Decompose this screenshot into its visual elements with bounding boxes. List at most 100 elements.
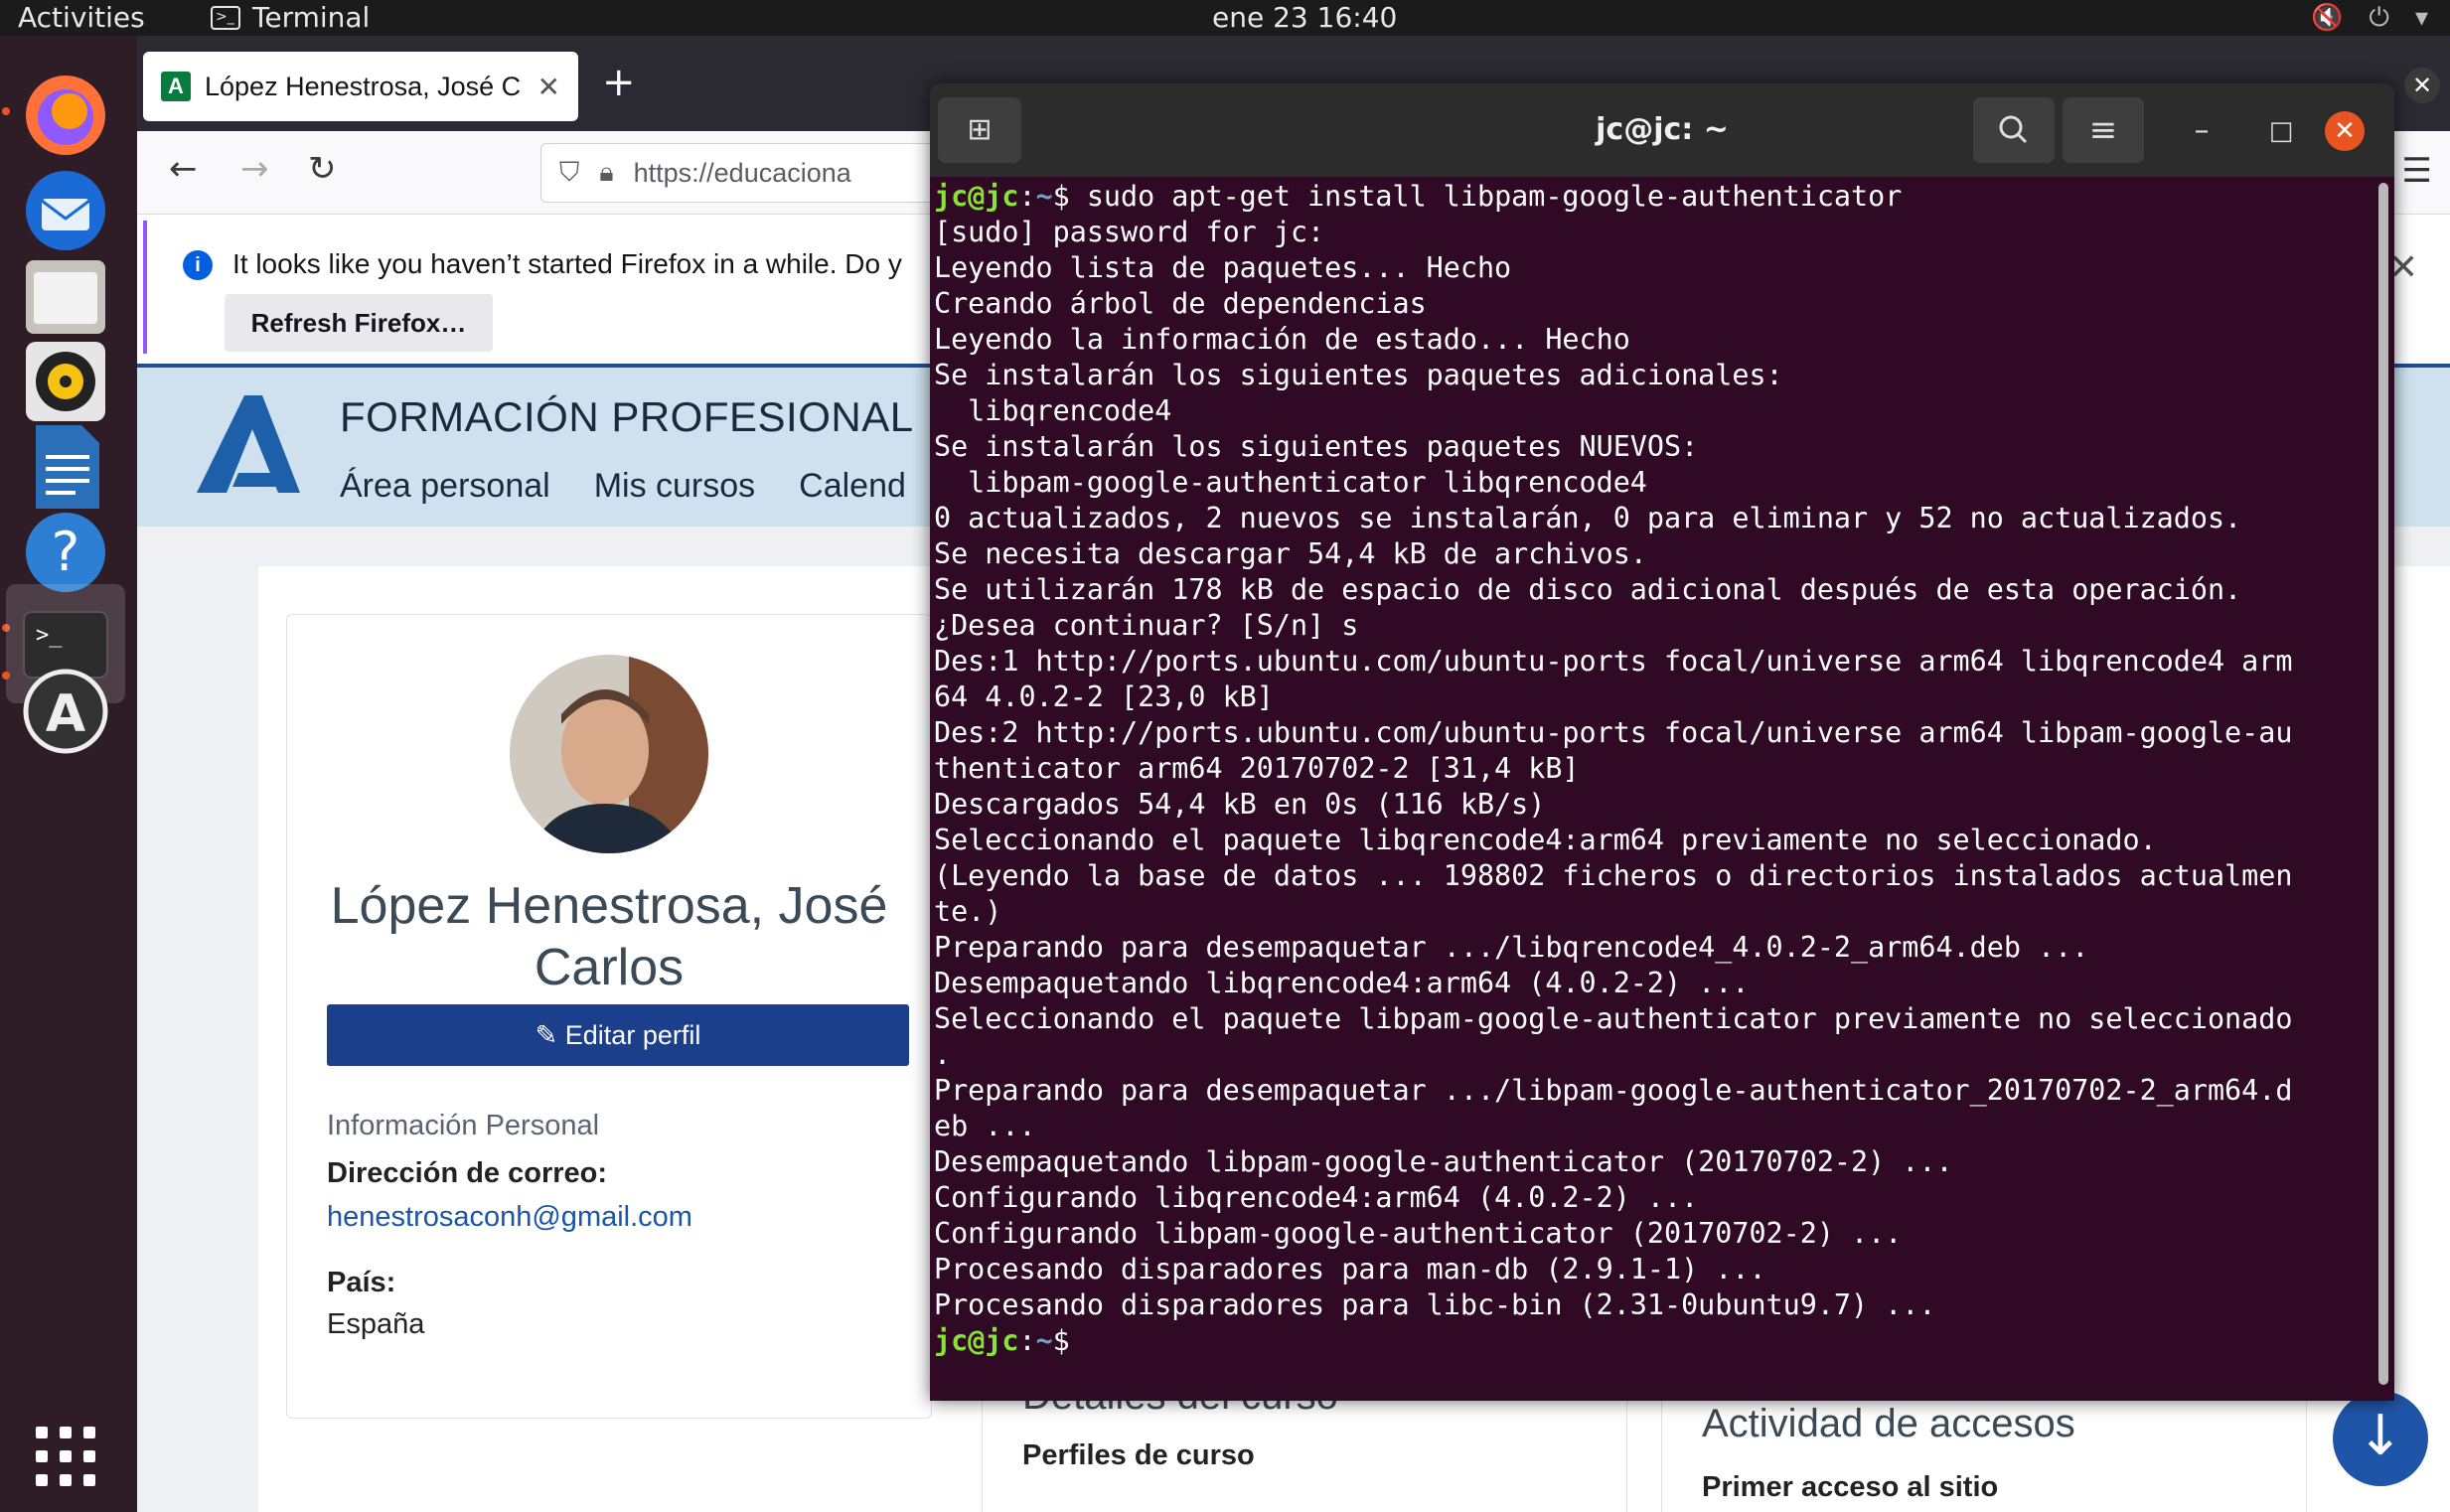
menu-button[interactable]: ≡ — [2063, 97, 2144, 163]
avatar — [510, 655, 708, 853]
new-tab-button[interactable]: ⊞ — [938, 97, 1021, 163]
browser-tab[interactable]: A López Henestrosa, José C ✕ — [143, 52, 578, 121]
prompt-path: ~ — [1035, 180, 1053, 213]
system-tray[interactable]: 🔇 ⏻ ▾ — [2311, 0, 2428, 36]
terminal-app-icon: >_ — [211, 6, 240, 30]
scroll-down-button[interactable]: ↓ — [2333, 1391, 2428, 1486]
minimize-icon: – — [2194, 113, 2210, 148]
close-tab-icon[interactable]: ✕ — [537, 71, 560, 103]
running-indicator — [2, 672, 10, 680]
output-line: Des:2 http://ports.ubuntu.com/ubuntu-por… — [934, 716, 2293, 749]
terminal-titlebar[interactable]: ⊞ jc@jc: ~ ≡ – □ ✕ — [930, 83, 2394, 177]
output-line: libqrencode4 — [934, 394, 1172, 427]
output-line: Creando árbol de dependencias — [934, 287, 1427, 320]
output-line: Descargados 54,4 kB en 0s (116 kB/s) — [934, 788, 1546, 821]
output-line: thenticator arm64 20170702-2 [31,4 kB] — [934, 752, 1580, 785]
running-indicator — [2, 107, 10, 115]
output-line: Procesando disparadores para libc-bin (2… — [934, 1288, 1936, 1321]
dock-app-grid[interactable] — [16, 1407, 115, 1506]
current-prompt[interactable]: jc@jc:~$ — [934, 1323, 2373, 1359]
lock-icon[interactable]: 🔒︎ — [599, 157, 613, 189]
output-line: Des:1 http://ports.ubuntu.com/ubuntu-por… — [934, 645, 2293, 678]
files-icon — [26, 260, 105, 334]
output-line: Leyendo la información de estado... Hech… — [934, 323, 1630, 356]
svg-text:?: ? — [52, 521, 80, 583]
command-line: jc@jc:~$ sudo apt-get install libpam-goo… — [934, 180, 1903, 213]
output-line: ¿Desea continuar? [S/n] s — [934, 609, 1359, 642]
nav-item-area-personal[interactable]: Área personal — [340, 467, 550, 506]
refresh-firefox-button[interactable]: Refresh Firefox… — [225, 294, 493, 352]
nav-item-calendario[interactable]: Calend — [799, 467, 906, 506]
country-value: España — [327, 1308, 425, 1340]
dock-software[interactable]: A — [16, 662, 115, 761]
output-line: Leyendo lista de paquetes... Hecho — [934, 251, 1512, 284]
dock: ? >_ A — [0, 36, 137, 1512]
activities-button[interactable]: Activities — [18, 0, 145, 36]
output-line: Se instalarán los siguientes paquetes ad… — [934, 359, 1783, 391]
tab-title: López Henestrosa, José C — [205, 71, 522, 101]
reload-icon[interactable]: ↻ — [308, 149, 337, 189]
output-line: Preparando para desempaquetar .../libqre… — [934, 931, 2089, 964]
power-icon: ⏻ — [2369, 3, 2389, 33]
clock[interactable]: ene 23 16:40 — [1212, 0, 1397, 36]
output-line: Desempaquetando libqrencode4:arm64 (4.0.… — [934, 967, 1750, 999]
section-heading: Información Personal — [327, 1110, 600, 1141]
close-window-button[interactable]: ✕ — [2325, 111, 2365, 151]
volume-muted-icon: 🔇 — [2310, 3, 2344, 33]
email-link[interactable]: henestrosaconh@gmail.com — [327, 1201, 692, 1234]
output-lines: [sudo] password for jc: Leyendo lista de … — [934, 215, 2373, 1323]
dock-writer[interactable] — [16, 417, 115, 517]
dock-firefox[interactable] — [16, 64, 115, 163]
maximize-icon: □ — [2268, 116, 2294, 146]
new-tab-icon: ⊞ — [967, 112, 993, 147]
edit-icon: ✎ — [535, 1020, 565, 1050]
scrollbar[interactable] — [2378, 183, 2388, 1385]
edit-profile-button[interactable]: ✎ Editar perfil — [327, 1004, 909, 1066]
output-line: libpam-google-authenticator libqrencode4 — [934, 466, 1647, 499]
command-text: sudo apt-get install libpam-google-authe… — [1086, 180, 1903, 213]
output-line: Desempaquetando libpam-google-authentica… — [934, 1145, 1953, 1178]
maximize-button[interactable]: □ — [2251, 101, 2311, 161]
access-activity-title: Actividad de accesos — [1702, 1402, 2075, 1445]
chevron-down-icon: ▾ — [2414, 3, 2428, 33]
back-icon[interactable]: ← — [169, 149, 198, 189]
moodle-favicon-icon: A — [161, 72, 191, 101]
forward-icon[interactable]: → — [240, 149, 269, 189]
hamburger-menu-icon[interactable]: ☰ — [2402, 151, 2432, 191]
app-menu-label: Terminal — [252, 1, 371, 34]
output-line: Se necesita descargar 54,4 kB de archivo… — [934, 537, 1647, 570]
email-label: Dirección de correo: — [327, 1157, 608, 1189]
first-access-label: Primer acceso al sitio — [1702, 1471, 1999, 1503]
edit-profile-label: Editar perfil — [564, 1020, 701, 1050]
dock-files[interactable] — [16, 246, 115, 346]
app-menu[interactable]: >_ Terminal — [211, 0, 370, 36]
rhythmbox-icon — [26, 342, 105, 421]
dock-rhythmbox[interactable] — [16, 332, 115, 431]
close-icon[interactable]: ✕ — [2404, 68, 2440, 103]
prompt-user: jc@jc — [934, 1324, 1019, 1357]
info-icon: i — [183, 250, 213, 280]
close-icon: ✕ — [2334, 116, 2356, 146]
terminal-window: ⊞ jc@jc: ~ ≡ – □ ✕ jc@jc:~$ sudo apt-get… — [930, 83, 2394, 1401]
nav-item-mis-cursos[interactable]: Mis cursos — [594, 467, 755, 506]
output-line: [sudo] password for jc: — [934, 216, 1325, 248]
search-button[interactable] — [1973, 97, 2055, 163]
terminal-output[interactable]: jc@jc:~$ sudo apt-get install libpam-goo… — [934, 179, 2373, 1401]
output-line: Se instalarán los siguientes paquetes NU… — [934, 430, 1699, 463]
hamburger-icon: ≡ — [2088, 110, 2118, 150]
minimize-button[interactable]: – — [2172, 101, 2231, 161]
site-title[interactable]: FORMACIÓN PROFESIONAL — [340, 393, 914, 441]
course-profiles-label: Perfiles de curso — [1022, 1439, 1255, 1471]
firefox-icon — [26, 76, 105, 155]
shield-icon[interactable]: ⛉ — [559, 157, 579, 189]
output-line: Seleccionando el paquete libqrencode4:ar… — [934, 824, 2157, 856]
dock-thunderbird[interactable] — [16, 161, 115, 260]
output-line: 0 actualizados, 2 nuevos se instalarán, … — [934, 502, 2242, 534]
output-line: te.) — [934, 895, 1002, 928]
output-line: . — [934, 1038, 952, 1071]
new-tab-button[interactable]: + — [602, 60, 636, 105]
main-nav: Área personal Mis cursos Calend — [340, 467, 906, 506]
prompt-path: ~ — [1035, 1324, 1053, 1357]
output-line: Configurando libpam-google-authenticator… — [934, 1217, 1903, 1250]
site-logo-icon[interactable] — [187, 389, 306, 499]
